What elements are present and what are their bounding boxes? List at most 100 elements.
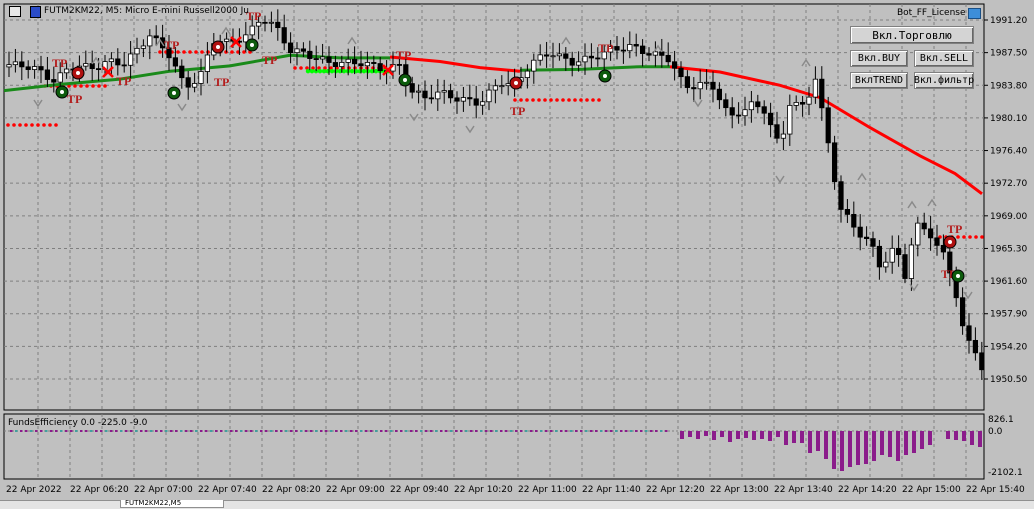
candle-body: [761, 106, 767, 114]
candle-body: [96, 68, 102, 71]
candle-body: [467, 97, 473, 100]
histogram-tick: [575, 430, 578, 432]
candle-body: [972, 339, 979, 354]
candle-body: [19, 61, 25, 68]
fractal-arrow: [409, 113, 419, 122]
candle-body: [838, 181, 844, 210]
histogram-tick: [220, 430, 223, 432]
candle-body: [723, 99, 729, 109]
histogram-tick: [400, 430, 403, 432]
tp-label: TP: [164, 38, 179, 52]
histogram-tick: [660, 430, 663, 432]
time-tick-label: 22 Apr 09:40: [390, 485, 449, 495]
candle-body: [793, 102, 799, 106]
histogram-tick: [375, 430, 378, 432]
histogram-tick: [370, 430, 373, 432]
histogram-bar: [792, 431, 796, 443]
tp-dot: [6, 123, 10, 127]
tp-dot: [585, 98, 589, 102]
histogram-tick: [40, 430, 43, 432]
tp-dot: [968, 235, 972, 239]
histogram-tick: [595, 430, 598, 432]
candle-body: [902, 254, 908, 279]
histogram-tick: [85, 430, 88, 432]
tp-dot: [573, 98, 577, 102]
histogram-tick: [130, 430, 133, 432]
fractal-arrow: [963, 291, 973, 300]
candle-body: [319, 56, 326, 60]
histogram-tick: [435, 430, 438, 432]
histogram-tick: [55, 430, 58, 432]
tp-dot: [230, 50, 234, 54]
histogram-bar: [720, 431, 724, 437]
histogram-tick: [45, 430, 48, 432]
histogram-tick: [440, 430, 443, 432]
histogram-tick: [25, 430, 28, 432]
price-tick-label: 1972.70: [990, 179, 1027, 189]
tp-dot: [206, 50, 210, 54]
candle-body: [428, 97, 435, 100]
entry-marker-center: [956, 274, 960, 278]
tp-dot: [182, 50, 186, 54]
tp-dot: [980, 235, 984, 239]
candle-body: [415, 90, 422, 93]
candle-body: [115, 58, 121, 66]
histogram-tick: [170, 430, 173, 432]
histogram-tick: [405, 430, 408, 432]
tp-label: TP: [396, 48, 411, 62]
histogram-bar: [872, 431, 876, 461]
enable-trading-button[interactable]: Вкл.Торговлю: [850, 26, 974, 44]
signal-dot: [361, 68, 367, 74]
indicator-tick-label: 0.0: [988, 427, 1003, 437]
histogram-tick: [455, 430, 458, 432]
histogram-tick: [260, 430, 263, 432]
tp-dot: [531, 98, 535, 102]
candle-body: [825, 107, 831, 144]
tp-label: TP: [262, 53, 277, 67]
price-tick-label: 1961.60: [990, 277, 1027, 287]
chart-tab[interactable]: FUTM2KM22,M5: [120, 500, 224, 508]
histogram-tick: [70, 430, 73, 432]
candle-body: [672, 61, 678, 69]
signal-dot: [329, 68, 335, 74]
candle-body: [51, 79, 57, 83]
histogram-tick: [655, 430, 658, 432]
time-tick-label: 22 Apr 07:00: [134, 485, 193, 495]
histogram-bar: [888, 431, 892, 457]
histogram-tick: [195, 430, 198, 432]
fractal-arrow: [465, 125, 475, 134]
window-menu-icon[interactable]: [9, 6, 21, 17]
histogram-tick: [340, 430, 343, 432]
candle-body: [921, 222, 927, 230]
candle-body: [640, 45, 646, 54]
histogram-bar: [704, 431, 708, 436]
tp-dot: [85, 84, 89, 88]
enable-trend-button[interactable]: ВклTREND: [850, 72, 908, 89]
histogram-tick: [590, 430, 593, 432]
candle-body: [89, 63, 95, 70]
time-tick-label: 22 Apr 11:00: [518, 485, 577, 495]
candle-body: [652, 51, 659, 56]
candle-body: [262, 21, 268, 24]
histogram-tick: [605, 430, 608, 432]
candle-body: [787, 105, 793, 135]
tp-dot: [42, 123, 46, 127]
histogram-tick: [645, 430, 648, 432]
histogram-bar: [864, 431, 868, 464]
histogram-tick: [120, 430, 123, 432]
enable-filter-button[interactable]: Вкл.фильтр: [914, 72, 974, 89]
candle-body: [544, 54, 550, 57]
signal-dot: [373, 68, 379, 74]
candle-body: [742, 109, 748, 117]
enable-sell-button[interactable]: Вкл.SELL: [914, 50, 974, 67]
candle-body: [460, 97, 467, 102]
signal-dot: [325, 68, 331, 74]
candle-body: [563, 53, 569, 59]
histogram-tick: [535, 430, 538, 432]
tp-dot: [103, 84, 107, 88]
histogram-bar: [760, 431, 764, 439]
candle-body: [486, 89, 492, 103]
enable-buy-button[interactable]: Вкл.BUY: [850, 50, 908, 67]
histogram-bar: [840, 431, 844, 471]
candle-body: [748, 101, 755, 111]
